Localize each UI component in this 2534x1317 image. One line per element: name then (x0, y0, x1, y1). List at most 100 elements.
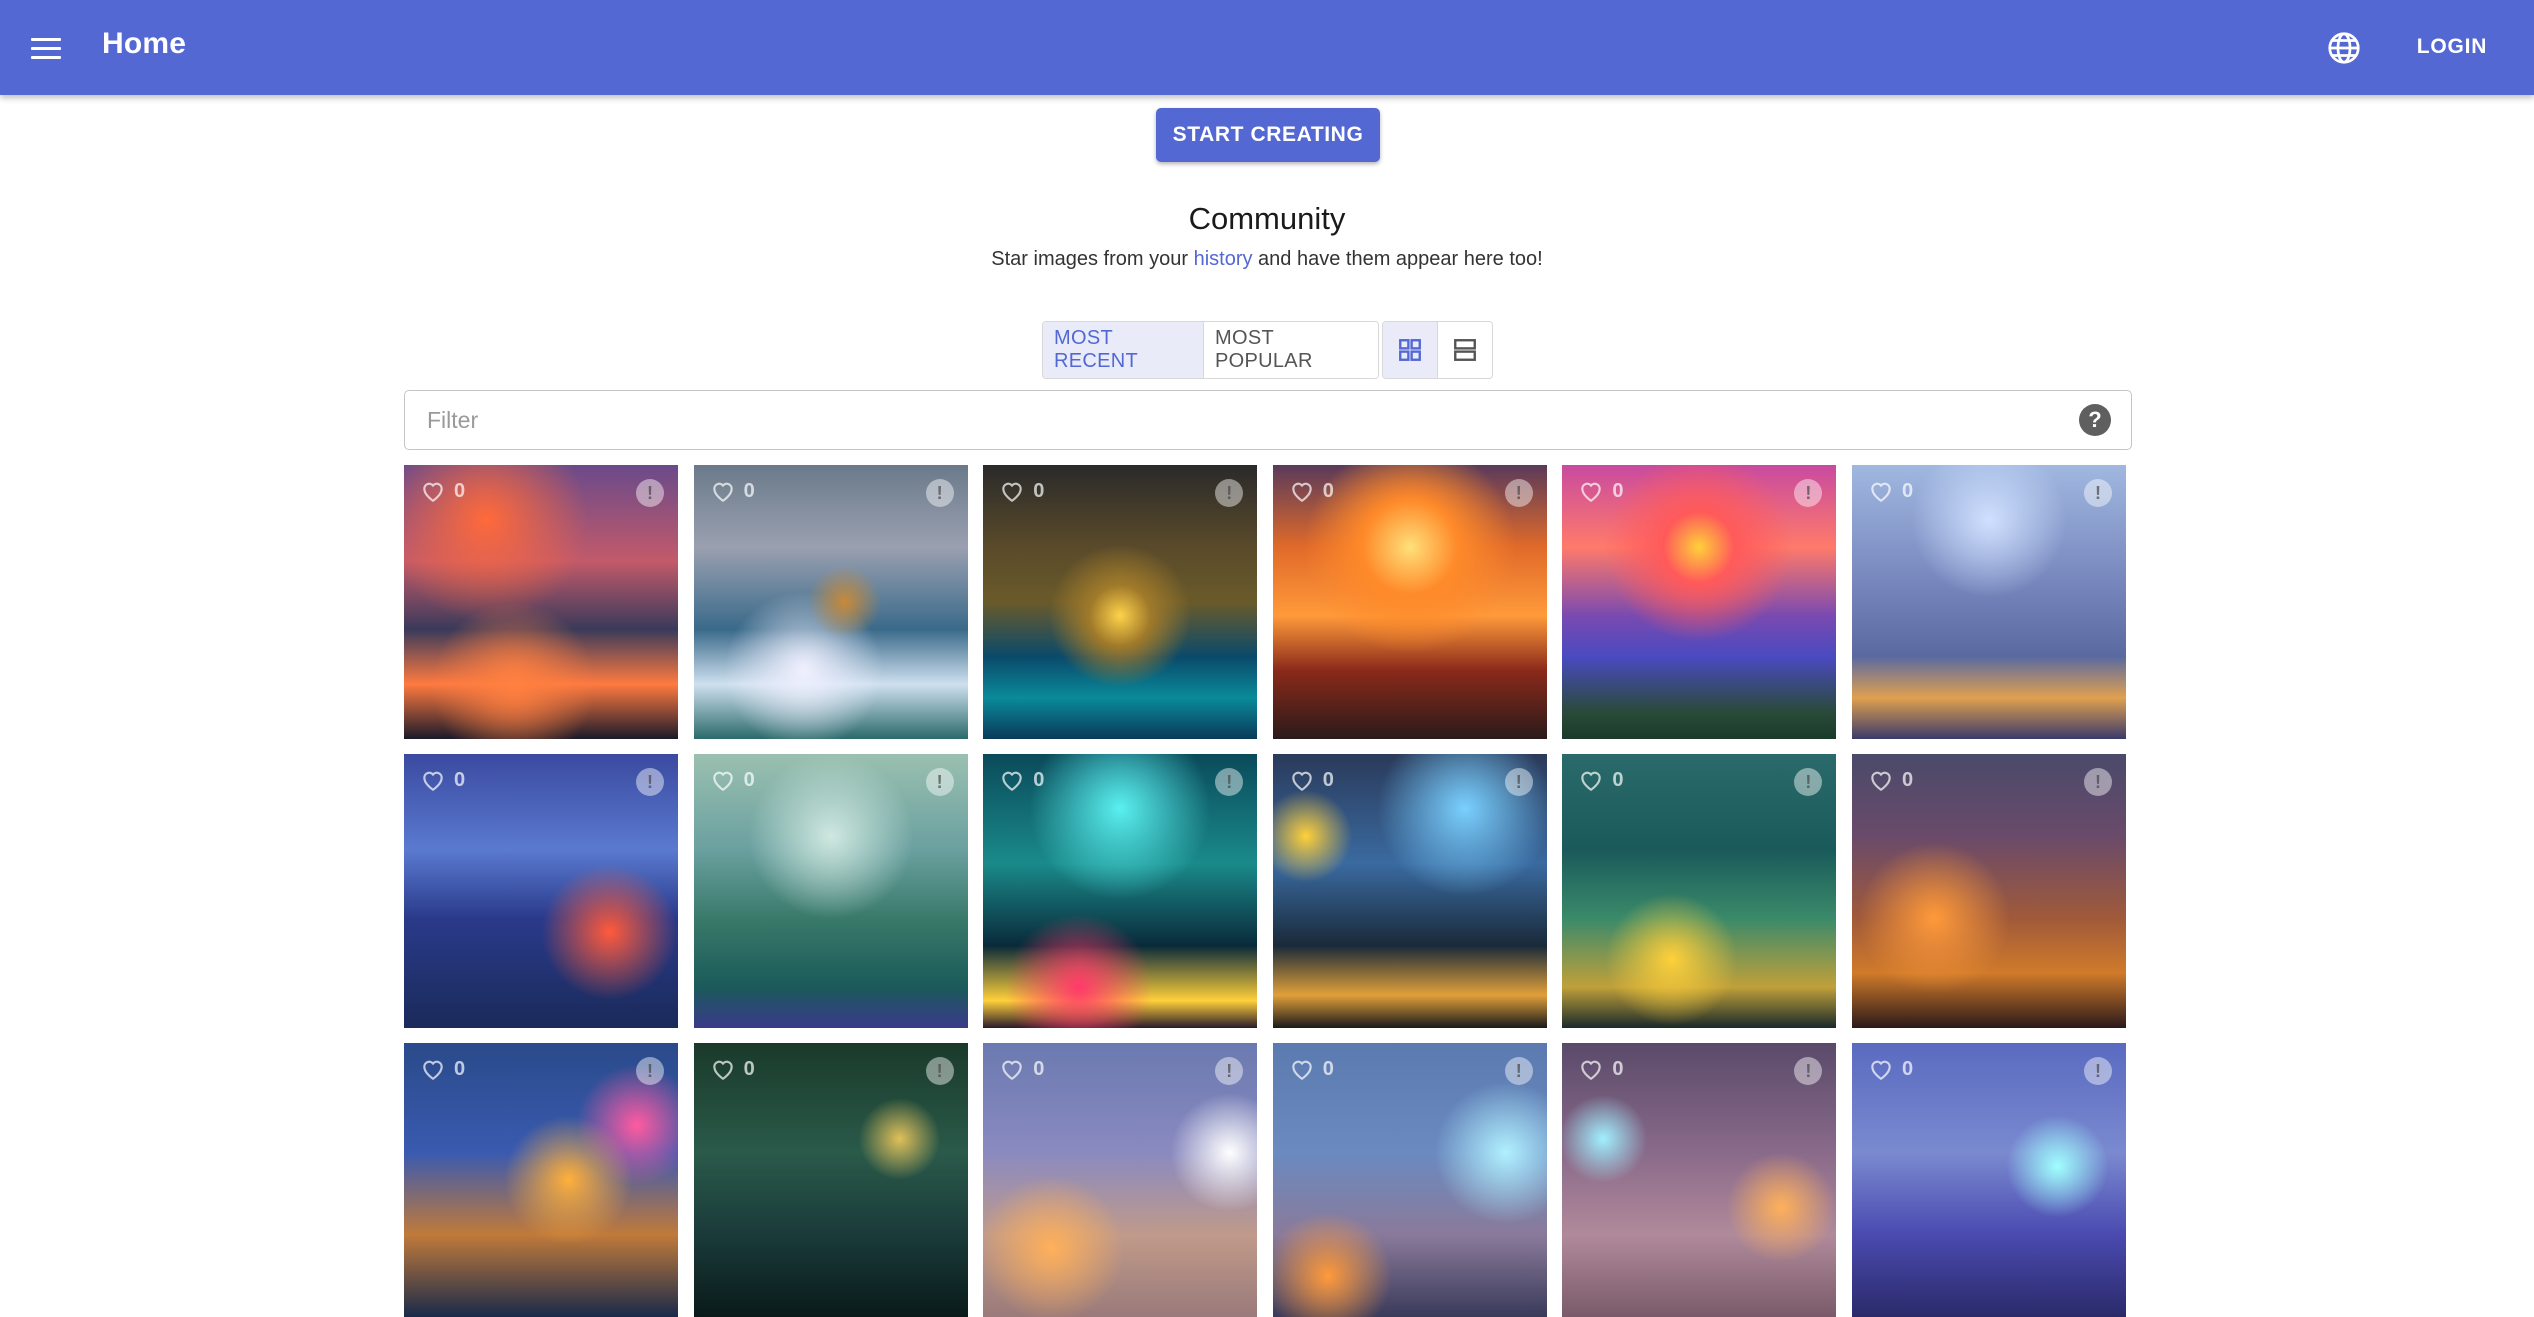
report-icon[interactable]: ! (1794, 768, 1823, 796)
start-creating-button[interactable]: START CREATING (1156, 108, 1380, 162)
like-count: 0 (1612, 768, 1624, 791)
report-icon[interactable]: ! (1504, 1057, 1533, 1085)
help-icon[interactable]: ? (2079, 404, 2111, 436)
report-icon[interactable]: ! (2083, 1057, 2112, 1085)
like-count: 0 (454, 479, 466, 502)
image-tile[interactable]: 0 ! (1851, 754, 2126, 1028)
like-count: 0 (1612, 479, 1624, 502)
image-tile[interactable]: 0 ! (1272, 465, 1547, 739)
like-count: 0 (743, 479, 755, 502)
like-button[interactable]: 0 (420, 1057, 465, 1081)
subtitle-text-after: and have them appear here too! (1252, 248, 1543, 270)
filter-input[interactable] (425, 399, 2049, 441)
heart-icon (1292, 482, 1312, 503)
report-icon[interactable]: ! (1215, 768, 1244, 796)
like-count: 0 (1901, 768, 1914, 791)
image-tile[interactable]: 0 ! (404, 1043, 678, 1317)
hamburger-menu-icon[interactable] (28, 30, 68, 66)
sort-most-popular[interactable]: MOST POPULAR (1204, 322, 1378, 378)
like-button[interactable]: 0 (999, 768, 1044, 792)
like-button[interactable]: 0 (1578, 479, 1624, 503)
report-icon[interactable]: ! (636, 1057, 664, 1085)
like-button[interactable]: 0 (999, 1057, 1044, 1081)
image-tile[interactable]: 0 ! (1562, 465, 1837, 739)
report-icon[interactable]: ! (1794, 479, 1823, 507)
report-icon[interactable]: ! (925, 768, 954, 796)
like-count: 0 (1322, 1057, 1334, 1080)
community-heading: Community (1188, 201, 1346, 236)
heart-icon (1871, 771, 1891, 792)
like-button[interactable]: 0 (1578, 1057, 1624, 1081)
heart-icon (712, 1060, 733, 1081)
image-tile[interactable]: 0 ! (404, 754, 678, 1028)
like-count: 0 (1322, 479, 1334, 502)
like-button[interactable]: 0 (1868, 768, 1913, 792)
history-link[interactable]: history (1194, 248, 1253, 270)
image-tile[interactable]: 0 ! (693, 1043, 968, 1317)
view-toggle-group (1382, 321, 1493, 379)
image-tile[interactable]: 0 ! (983, 465, 1258, 739)
like-button[interactable]: 0 (1868, 479, 1913, 503)
report-icon[interactable]: ! (2083, 768, 2112, 796)
like-count: 0 (1901, 479, 1914, 502)
like-count: 0 (1322, 768, 1334, 791)
filter-field: ? (404, 390, 2132, 450)
image-tile[interactable]: 0 ! (1272, 754, 1547, 1028)
app-bar: Home LOGIN (0, 0, 2534, 95)
like-button[interactable]: 0 (710, 1057, 755, 1081)
report-icon[interactable]: ! (1794, 1057, 1823, 1085)
report-icon[interactable]: ! (1215, 1057, 1244, 1085)
report-icon[interactable]: ! (636, 768, 664, 796)
like-button[interactable]: 0 (1289, 768, 1334, 792)
like-button[interactable]: 0 (1868, 1057, 1913, 1081)
heart-icon (1871, 482, 1891, 503)
report-icon[interactable]: ! (636, 479, 664, 507)
like-count: 0 (743, 1057, 755, 1080)
report-icon[interactable]: ! (925, 1057, 954, 1085)
heart-icon (423, 1060, 443, 1081)
login-button[interactable]: LOGIN (2404, 32, 2500, 62)
report-icon[interactable]: ! (2083, 479, 2112, 507)
image-tile[interactable]: 0 ! (983, 1043, 1258, 1317)
community-subtitle: Star images from your history and have t… (0, 248, 2534, 271)
image-tile[interactable]: 0 ! (404, 465, 678, 739)
heart-icon (1002, 771, 1022, 792)
subtitle-text-before: Star images from your (991, 248, 1194, 270)
like-button[interactable]: 0 (420, 479, 465, 503)
sort-toggle-group: MOST RECENT MOST POPULAR (1042, 321, 1379, 379)
globe-icon[interactable] (2326, 30, 2362, 66)
report-icon[interactable]: ! (1504, 479, 1533, 507)
image-tile[interactable]: 0 ! (983, 754, 1258, 1028)
like-count: 0 (1901, 1057, 1914, 1080)
heart-icon (1002, 1060, 1022, 1081)
grid-view-icon[interactable] (1383, 322, 1438, 378)
heart-icon (423, 771, 443, 792)
page-title: Home (102, 27, 187, 60)
like-button[interactable]: 0 (999, 479, 1044, 503)
image-tile[interactable]: 0 ! (1562, 1043, 1837, 1317)
image-tile[interactable]: 0 ! (1562, 754, 1837, 1028)
like-button[interactable]: 0 (1289, 479, 1334, 503)
image-tile[interactable]: 0 ! (1272, 1043, 1547, 1317)
report-icon[interactable]: ! (1504, 768, 1533, 796)
heart-icon (423, 482, 443, 503)
image-tile[interactable]: 0 ! (693, 754, 968, 1028)
like-button[interactable]: 0 (710, 479, 755, 503)
image-tile[interactable]: 0 ! (1851, 1043, 2126, 1317)
report-icon[interactable]: ! (925, 479, 954, 507)
image-tile[interactable]: 0 ! (1851, 465, 2126, 739)
like-count: 0 (454, 768, 466, 791)
report-icon[interactable]: ! (1215, 479, 1244, 507)
like-button[interactable]: 0 (1578, 768, 1624, 792)
like-button[interactable]: 0 (710, 768, 755, 792)
heart-icon (1871, 1060, 1891, 1081)
like-count: 0 (743, 768, 755, 791)
like-button[interactable]: 0 (420, 768, 465, 792)
heart-icon (1002, 482, 1022, 503)
like-count: 0 (1612, 1057, 1624, 1080)
like-button[interactable]: 0 (1289, 1057, 1334, 1081)
list-view-icon[interactable] (1438, 322, 1492, 378)
image-tile[interactable]: 0 ! (693, 465, 968, 739)
like-count: 0 (454, 1057, 466, 1080)
sort-most-recent[interactable]: MOST RECENT (1043, 322, 1204, 378)
